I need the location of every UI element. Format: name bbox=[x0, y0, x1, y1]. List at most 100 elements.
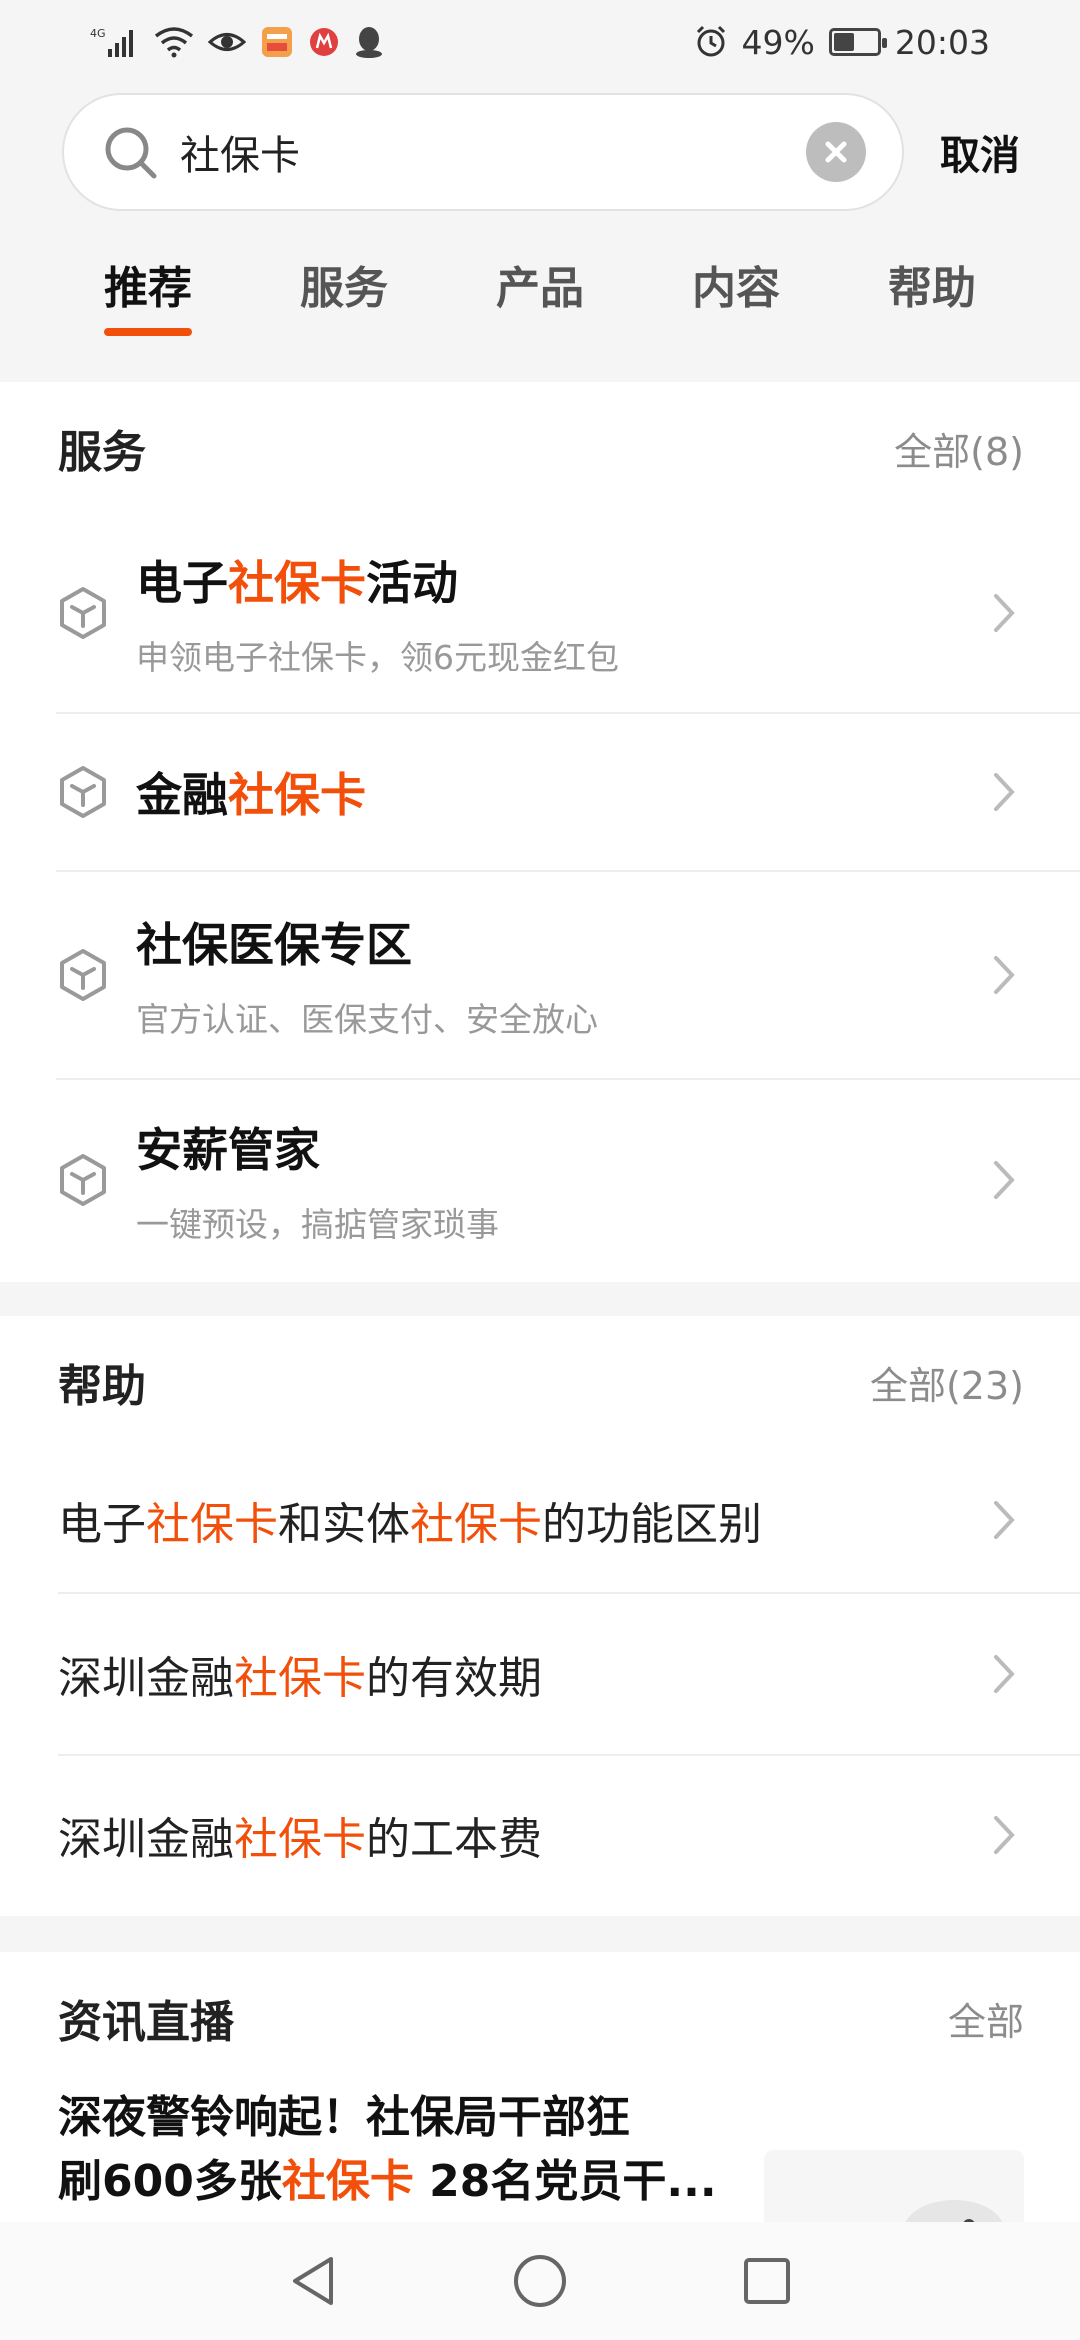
service-title: 金融社保卡 bbox=[136, 759, 984, 825]
help-section: 帮助 全部(23) 电子社保卡和实体社保卡的功能区别 深圳金融社保卡的有效期 深… bbox=[0, 1316, 1080, 1916]
service-subtitle: 一键预设，搞掂管家琐事 bbox=[136, 1205, 499, 1244]
text-highlight: 社保卡 bbox=[146, 1499, 278, 1550]
search-icon bbox=[100, 122, 160, 182]
service-text: 电子社保卡活动 申领电子社保卡，领6元现金红包 bbox=[136, 547, 984, 679]
service-item[interactable]: 社保医保专区 官方认证、医保支付、安全放心 bbox=[56, 872, 1080, 1080]
recents-square-icon bbox=[743, 2258, 790, 2304]
battery-level bbox=[833, 33, 855, 51]
news-view-all[interactable]: 全部 bbox=[948, 1991, 1024, 2046]
service-cube-icon bbox=[56, 948, 110, 1002]
help-view-all[interactable]: 全部(23) bbox=[870, 1355, 1024, 1410]
search-box[interactable] bbox=[62, 93, 904, 211]
help-title: 帮助 bbox=[58, 1361, 146, 1412]
service-item[interactable]: 安薪管家 一键预设，搞掂管家琐事 bbox=[56, 1080, 1080, 1280]
category-tabs: 推荐 服务 产品 内容 帮助 bbox=[0, 240, 1080, 350]
search-row: 取消 bbox=[62, 92, 1022, 212]
help-header: 帮助 全部(23) bbox=[0, 1316, 1080, 1448]
text-part: 的有效期 bbox=[366, 1653, 542, 1704]
help-item-text: 电子社保卡和实体社保卡的功能区别 bbox=[58, 1488, 984, 1552]
news-item-title: 深夜警铃响起！社保局干部狂 刷600多张社保卡 28名党员干... bbox=[58, 2086, 738, 2214]
back-triangle-icon bbox=[293, 2257, 334, 2305]
title-highlight: 社保卡 bbox=[228, 768, 366, 822]
help-item-text: 深圳金融社保卡的工本费 bbox=[58, 1803, 984, 1867]
clear-search-button[interactable] bbox=[806, 122, 866, 182]
battery-icon bbox=[828, 28, 887, 56]
help-item[interactable]: 电子社保卡和实体社保卡的功能区别 bbox=[58, 1448, 1080, 1594]
service-cube-icon bbox=[56, 1153, 110, 1207]
tab-products[interactable]: 产品 bbox=[496, 240, 584, 336]
qq-icon bbox=[354, 24, 384, 60]
text-highlight: 社保卡 bbox=[234, 1814, 366, 1865]
service-text: 社保医保专区 官方认证、医保支付、安全放心 bbox=[136, 909, 984, 1041]
title-highlight: 社保卡 bbox=[228, 556, 366, 610]
service-cube-icon bbox=[56, 765, 110, 819]
system-nav-bar bbox=[0, 2222, 1080, 2340]
text-part: 28名党员干... bbox=[413, 2156, 717, 2207]
service-title: 电子社保卡活动 bbox=[136, 547, 984, 613]
text-part: 深圳金融 bbox=[58, 1814, 234, 1865]
title-part: 电子 bbox=[136, 556, 228, 610]
chevron-right-icon bbox=[984, 955, 1024, 995]
status-right: 49% 20:03 bbox=[694, 23, 990, 62]
news-title-line: 刷600多张社保卡 28名党员干... bbox=[58, 2150, 738, 2214]
tab-services[interactable]: 服务 bbox=[300, 240, 388, 336]
home-circle-icon bbox=[513, 2255, 566, 2307]
news-title-line: 深夜警铃响起！社保局干部狂 bbox=[58, 2092, 630, 2143]
services-header: 服务 全部(8) bbox=[0, 382, 1080, 514]
network-type: 4G bbox=[90, 27, 106, 40]
text-part: 深圳金融 bbox=[58, 1653, 234, 1704]
chevron-right-icon bbox=[984, 1500, 1024, 1540]
chevron-right-icon bbox=[984, 1160, 1024, 1200]
service-item[interactable]: 电子社保卡活动 申领电子社保卡，领6元现金红包 bbox=[56, 514, 1080, 714]
search-input[interactable] bbox=[180, 129, 806, 175]
services-section: 服务 全部(8) 电子社保卡活动 申领电子社保卡，领6元现金红包 金融社保卡 社… bbox=[0, 382, 1080, 1282]
help-item-text: 深圳金融社保卡的有效期 bbox=[58, 1642, 984, 1706]
app-notification-icon bbox=[260, 24, 294, 60]
text-part: 和实体 bbox=[278, 1499, 410, 1550]
tab-help[interactable]: 帮助 bbox=[888, 240, 976, 336]
services-title: 服务 bbox=[58, 427, 146, 478]
chevron-right-icon bbox=[984, 772, 1024, 812]
service-text: 安薪管家 一键预设，搞掂管家琐事 bbox=[136, 1114, 984, 1246]
tab-recommend[interactable]: 推荐 bbox=[104, 240, 192, 336]
chevron-right-icon bbox=[984, 593, 1024, 633]
home-button[interactable] bbox=[505, 2246, 575, 2316]
status-bar: 4G 49% 20:03 bbox=[0, 0, 1080, 84]
chevron-right-icon bbox=[984, 1654, 1024, 1694]
help-item[interactable]: 深圳金融社保卡的工本费 bbox=[58, 1756, 1080, 1914]
text-highlight: 社保卡 bbox=[281, 2156, 414, 2207]
service-title: 安薪管家 bbox=[136, 1123, 320, 1177]
help-item[interactable]: 深圳金融社保卡的有效期 bbox=[58, 1594, 1080, 1756]
text-part: 的工本费 bbox=[366, 1814, 542, 1865]
status-left: 4G bbox=[90, 24, 384, 60]
service-title: 社保医保专区 bbox=[136, 918, 412, 972]
text-part: 的功能区别 bbox=[542, 1499, 762, 1550]
back-button[interactable] bbox=[278, 2246, 348, 2316]
service-item[interactable]: 金融社保卡 bbox=[56, 714, 1080, 872]
service-subtitle: 申领电子社保卡，领6元现金红包 bbox=[136, 638, 619, 677]
services-view-all[interactable]: 全部(8) bbox=[894, 421, 1024, 476]
signal-icon: 4G bbox=[90, 24, 140, 60]
text-part: 刷600多张 bbox=[58, 2156, 282, 2207]
clock: 20:03 bbox=[894, 22, 990, 62]
service-cube-icon bbox=[56, 586, 110, 640]
news-title: 资讯直播 bbox=[58, 1997, 234, 2048]
service-text: 金融社保卡 bbox=[136, 759, 984, 825]
service-subtitle: 官方认证、医保支付、安全放心 bbox=[136, 1000, 598, 1039]
cancel-button[interactable]: 取消 bbox=[940, 123, 1020, 181]
text-part: 电子 bbox=[58, 1499, 146, 1550]
battery-percent: 49% bbox=[741, 22, 815, 62]
recents-button[interactable] bbox=[732, 2246, 802, 2316]
eye-icon bbox=[208, 24, 246, 60]
alarm-icon bbox=[694, 24, 728, 60]
text-highlight: 社保卡 bbox=[234, 1653, 366, 1704]
tab-content[interactable]: 内容 bbox=[692, 240, 780, 336]
title-part: 金融 bbox=[136, 768, 228, 822]
close-icon bbox=[825, 141, 847, 163]
title-part: 活动 bbox=[366, 556, 458, 610]
wifi-icon bbox=[154, 24, 194, 60]
chevron-right-icon bbox=[984, 1815, 1024, 1855]
text-highlight: 社保卡 bbox=[410, 1499, 542, 1550]
app-notification-icon-2 bbox=[308, 24, 340, 60]
news-header: 资讯直播 全部 bbox=[0, 1952, 1080, 2084]
